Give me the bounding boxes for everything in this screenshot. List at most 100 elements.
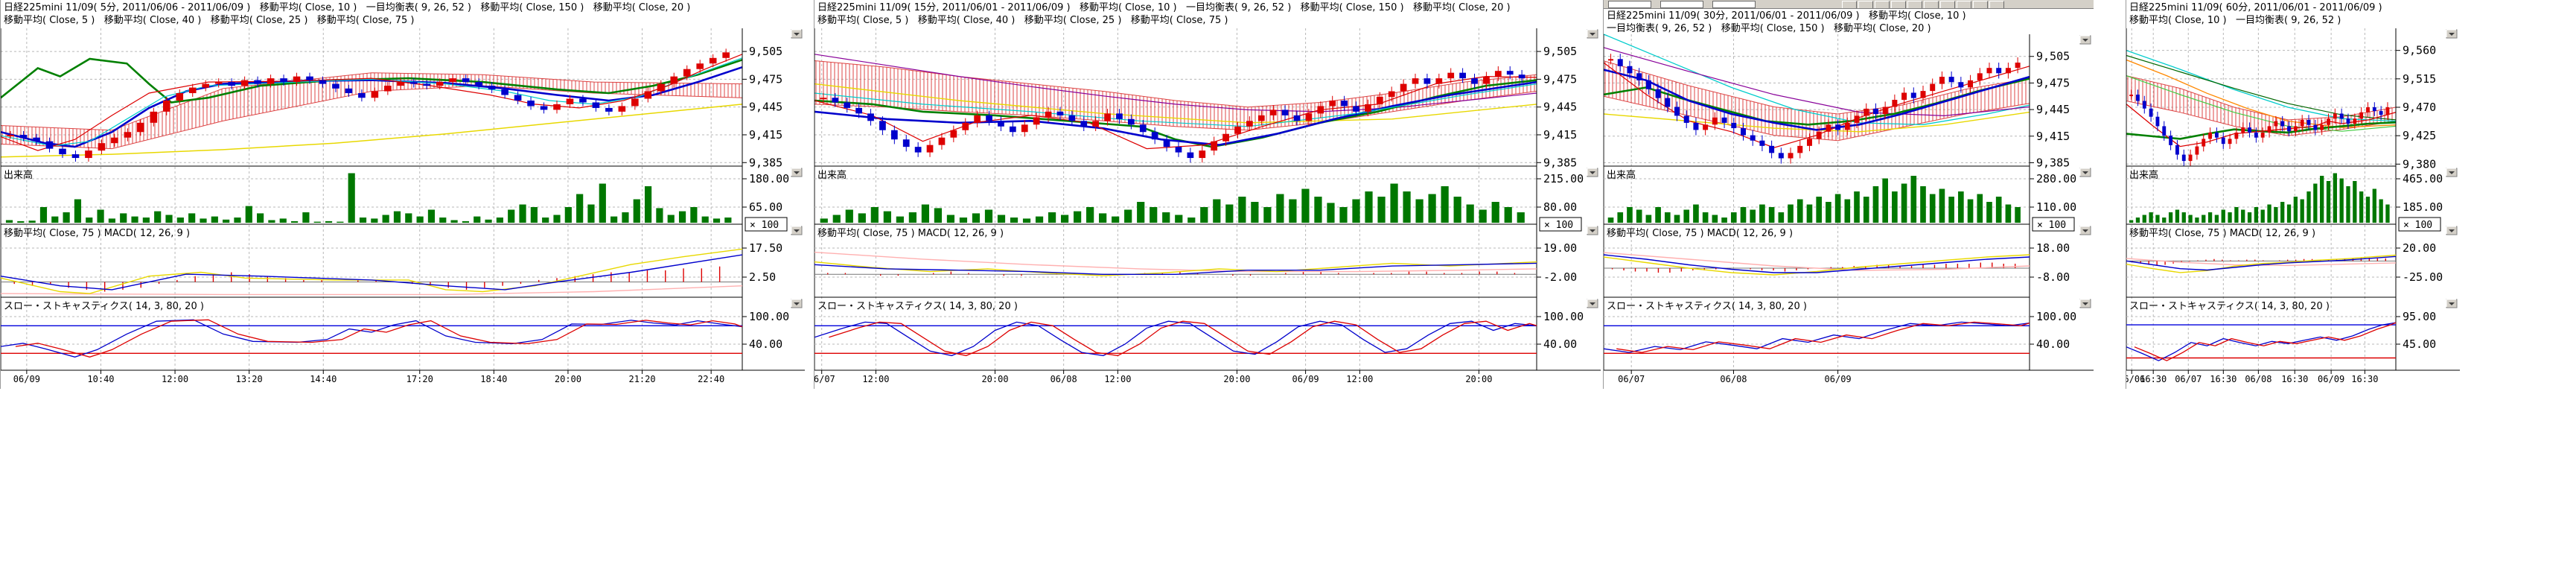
volume-bar: [519, 205, 526, 223]
candlestick: [974, 111, 981, 127]
volume-bar: [1741, 207, 1747, 223]
stoch-pane-label: スロー・ストキャスティクス( 14, 3, 80, 20 ): [1607, 301, 1807, 312]
axis-label: 280.00: [2036, 172, 2076, 185]
pane-collapse-button[interactable]: [2446, 168, 2457, 177]
axis-label: 9,380: [2403, 157, 2436, 171]
macd-line: [1, 249, 742, 294]
volume-bar: [1901, 184, 1907, 223]
candlestick: [2228, 134, 2232, 149]
stoch-pane-label: スロー・ストキャスティクス( 14, 3, 80, 20 ): [2129, 301, 2330, 312]
volume-bar: [2267, 205, 2271, 223]
volume-bar: [1339, 207, 1347, 223]
volume-bar: [1352, 200, 1359, 223]
chart-canvas[interactable]: 06/0616:3006/0716:3006/0816:3006/0916:30…: [2126, 0, 2460, 389]
axis-label: 06/07: [1618, 374, 1645, 384]
volume-bar: [1238, 197, 1246, 223]
volume-bar: [428, 210, 435, 223]
pane-collapse-button[interactable]: [2080, 36, 2091, 44]
volume-bar: [1301, 189, 1309, 223]
axis-label: 06/09: [1292, 374, 1319, 384]
pane-collapse-button[interactable]: [1587, 226, 1598, 235]
stoch-d-line: [1616, 322, 2030, 352]
macd-slow-line: [814, 253, 1537, 272]
volume-bar: [2340, 179, 2344, 223]
volume-bar: [2208, 212, 2212, 223]
volume-bar: [922, 205, 929, 223]
axis-label: 9,385: [749, 156, 782, 169]
volume-bar: [2346, 186, 2350, 223]
axis-label: 9,560: [2403, 44, 2436, 57]
pane-collapse-button[interactable]: [1587, 299, 1598, 308]
volume-bar: [1759, 205, 1765, 223]
volume-bar: [337, 222, 343, 223]
volume-pane-label: 出来高: [1607, 169, 1636, 181]
chart-canvas[interactable]: 06/0706/0806/099,5059,4759,4459,4159,385…: [1604, 0, 2094, 389]
pane-collapse-button[interactable]: [791, 299, 802, 308]
pane-collapse-button[interactable]: [2446, 299, 2457, 308]
axis-label: 100.00: [2036, 310, 2076, 323]
candlestick: [1986, 63, 1992, 78]
chart-canvas[interactable]: 06/0712:0020:0006/0812:0020:0006/0912:00…: [814, 0, 1601, 389]
volume-bar: [2143, 215, 2146, 223]
volume-bar: [394, 212, 401, 223]
candlestick: [1769, 141, 1774, 159]
volume-bar: [972, 213, 980, 223]
pane-collapse-button[interactable]: [2080, 168, 2091, 177]
candlestick: [1199, 146, 1205, 162]
volume-bar: [188, 213, 195, 223]
pane-collapse-button[interactable]: [2446, 226, 2457, 235]
candlestick: [619, 102, 626, 115]
axis-label: 10:40: [87, 374, 114, 384]
volume-bar: [1036, 217, 1043, 223]
pane-collapse-button[interactable]: [791, 30, 802, 38]
volume-bar: [587, 205, 594, 223]
axis-label: 9,515: [2403, 72, 2436, 86]
volume-bar: [610, 217, 617, 223]
volume-bar: [291, 221, 298, 223]
volume-bar: [846, 210, 853, 223]
volume-bar: [1636, 210, 1642, 223]
volume-bar: [1712, 215, 1718, 223]
volume-bar: [713, 218, 720, 223]
axis-label: 9,505: [1543, 45, 1577, 58]
candlestick: [1911, 87, 1916, 103]
axis-label: 9,470: [2403, 101, 2436, 114]
pane-collapse-button[interactable]: [1587, 30, 1598, 38]
volume-bar: [2385, 205, 2389, 223]
trading-app-desktop: { "app": {"name": "chart-workspace", "ba…: [0, 0, 2576, 587]
candlestick: [541, 102, 548, 113]
volume-bar: [257, 213, 264, 223]
volume-bar: [2248, 212, 2251, 223]
axis-label: 12:00: [1346, 374, 1373, 384]
volume-bar: [858, 213, 866, 223]
axis-label: × 100: [750, 220, 779, 231]
pane-collapse-button[interactable]: [2080, 226, 2091, 235]
pane-collapse-button[interactable]: [2446, 30, 2457, 38]
axis-label: 80.00: [1543, 200, 1577, 214]
volume-bar: [1683, 210, 1689, 223]
axis-label: 9,445: [1543, 101, 1577, 114]
volume-bar: [1864, 197, 1869, 223]
macd-line: [814, 262, 1537, 276]
volume-bar: [1048, 212, 1056, 223]
candlestick: [593, 98, 600, 111]
pane-collapse-button[interactable]: [2080, 299, 2091, 308]
axis-label: 9,475: [2036, 76, 2070, 89]
volume-bar: [280, 218, 287, 223]
volume-bar: [1873, 186, 1879, 223]
axis-label: × 100: [2403, 220, 2432, 231]
pane-collapse-button[interactable]: [791, 226, 802, 235]
volume-bar: [622, 212, 628, 223]
volume-bar: [1415, 200, 1423, 223]
candlestick: [950, 126, 957, 142]
axis-label: 20:00: [1465, 374, 1492, 384]
pane-collapse-button[interactable]: [1587, 168, 1598, 177]
volume-bar: [656, 208, 663, 223]
axis-label: 17.50: [749, 241, 782, 255]
axis-label: 40.00: [1543, 337, 1577, 351]
macd-pane-label: 移動平均( Close, 75 ) MACD( 12, 26, 9 ): [4, 228, 190, 239]
axis-label: -8.00: [2036, 270, 2070, 284]
macd-pane-label: 移動平均( Close, 75 ) MACD( 12, 26, 9 ): [2129, 228, 2315, 239]
chart-canvas[interactable]: 06/0910:4012:0013:2014:4017:2018:4020:00…: [1, 0, 805, 389]
pane-collapse-button[interactable]: [791, 168, 802, 177]
